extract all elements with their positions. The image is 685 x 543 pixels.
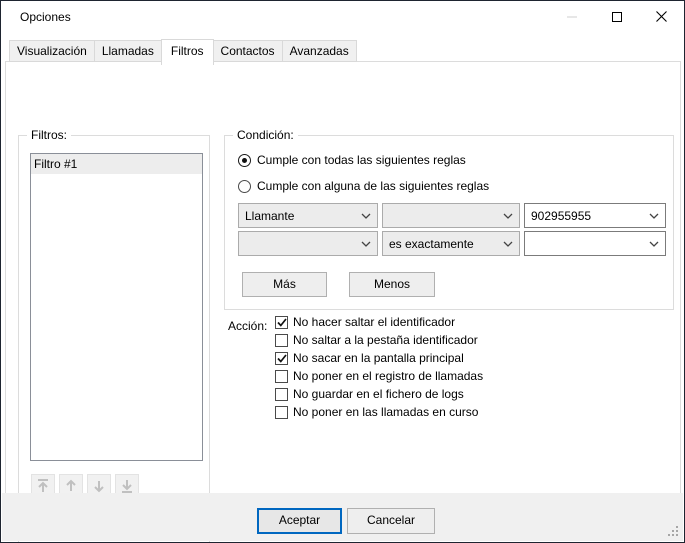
combo-value: Llamante (245, 209, 357, 223)
minimize-button (549, 1, 594, 32)
checkbox-label: No saltar a la pestaña identificador (293, 333, 478, 347)
move-down-icon (91, 478, 107, 494)
rule2-operator-select[interactable]: es exactamente (382, 231, 520, 256)
move-bottom-icon (119, 478, 135, 494)
checkbox-no-sacar-pantalla[interactable]: No sacar en la pantalla principal (275, 349, 483, 367)
chevron-down-icon (361, 241, 371, 247)
rule1-field-select[interactable]: Llamante (238, 203, 378, 228)
check-icon (277, 318, 287, 327)
radio-circle (238, 180, 251, 193)
filters-groupbox: Filtros: Filtro #1 (18, 135, 210, 543)
chevron-down-icon (649, 241, 659, 247)
checkbox-label: No poner en las llamadas en curso (293, 405, 478, 419)
radio-circle (238, 154, 251, 167)
move-up-icon (63, 478, 79, 494)
combo-value: 902955955 (531, 209, 645, 223)
tab-visualizacion[interactable]: Visualización (9, 40, 95, 62)
tab-contactos[interactable]: Contactos (213, 40, 283, 62)
accept-button[interactable]: Aceptar (257, 508, 342, 534)
footer: Aceptar Cancelar (2, 493, 683, 541)
filters-listbox[interactable]: Filtro #1 (30, 153, 203, 461)
move-top-icon (35, 478, 51, 494)
action-checkboxes: No hacer saltar el identificador No salt… (275, 313, 483, 421)
checkbox-no-saltar-pestana[interactable]: No saltar a la pestaña identificador (275, 331, 483, 349)
resize-grip[interactable] (667, 525, 679, 537)
checkbox-box (275, 316, 288, 329)
more-rules-button[interactable]: Más (242, 272, 327, 297)
options-dialog: Opciones Visualización Llamadas Filtros … (0, 0, 685, 543)
maximize-icon (612, 12, 622, 22)
checkbox-no-poner-registro[interactable]: No poner en el registro de llamadas (275, 367, 483, 385)
minimize-icon (567, 12, 577, 22)
tab-filtros[interactable]: Filtros (161, 39, 214, 65)
chevron-down-icon (503, 213, 513, 219)
checkbox-label: No guardar en el fichero de logs (293, 387, 464, 401)
rule2-value-combobox[interactable] (524, 231, 666, 256)
checkbox-box (275, 388, 288, 401)
close-button[interactable] (639, 1, 684, 32)
radio-all-rules[interactable]: Cumple con todas las siguientes reglas (238, 153, 466, 167)
checkbox-box (275, 334, 288, 347)
action-label: Acción: (228, 319, 267, 333)
tab-llamadas[interactable]: Llamadas (94, 40, 162, 62)
checkbox-box (275, 406, 288, 419)
window-controls (549, 1, 684, 32)
filters-group-label: Filtros: (27, 128, 71, 142)
rule2-field-select[interactable] (238, 231, 378, 256)
checkbox-label: No hacer saltar el identificador (293, 315, 455, 329)
checkbox-label: No sacar en la pantalla principal (293, 351, 464, 365)
checkbox-no-hacer-saltar-identificador[interactable]: No hacer saltar el identificador (275, 313, 483, 331)
radio-label: Cumple con todas las siguientes reglas (257, 153, 466, 167)
checkbox-box (275, 352, 288, 365)
combo-value: es exactamente (389, 237, 499, 251)
check-icon (277, 354, 287, 363)
condition-group-label: Condición: (233, 128, 298, 142)
less-rules-button[interactable]: Menos (349, 272, 435, 297)
rule1-operator-select[interactable] (382, 203, 520, 228)
cancel-button[interactable]: Cancelar (347, 508, 435, 534)
tab-strip: Visualización Llamadas Filtros Contactos… (9, 39, 356, 62)
checkbox-no-guardar-fichero[interactable]: No guardar en el fichero de logs (275, 385, 483, 403)
chevron-down-icon (361, 213, 371, 219)
checkbox-box (275, 370, 288, 383)
chevron-down-icon (503, 241, 513, 247)
tab-page-filtros: Filtros: Filtro #1 (5, 61, 681, 494)
rule1-value-combobox[interactable]: 902955955 (524, 203, 666, 228)
chevron-down-icon (649, 213, 659, 219)
radio-any-rule[interactable]: Cumple con alguna de las siguientes regl… (238, 179, 489, 193)
list-item[interactable]: Filtro #1 (31, 154, 202, 174)
radio-label: Cumple con alguna de las siguientes regl… (257, 179, 489, 193)
close-icon (656, 11, 667, 22)
condition-groupbox: Condición: Cumple con todas las siguient… (224, 135, 674, 310)
checkbox-label: No poner en el registro de llamadas (293, 369, 483, 383)
titlebar[interactable]: Opciones (1, 1, 684, 33)
checkbox-no-poner-llamadas-curso[interactable]: No poner en las llamadas en curso (275, 403, 483, 421)
window-title: Opciones (20, 10, 71, 24)
tab-avanzadas[interactable]: Avanzadas (282, 40, 357, 62)
maximize-button[interactable] (594, 1, 639, 32)
